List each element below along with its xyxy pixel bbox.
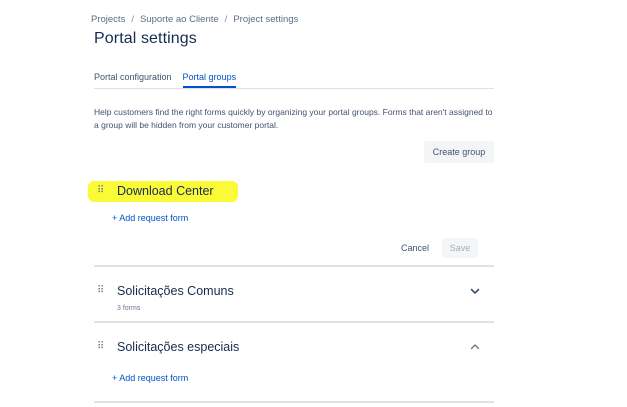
breadcrumb-project-settings[interactable]: Project settings bbox=[233, 14, 298, 25]
group-title-solicitacoes-especiais: Solicitações especiais bbox=[117, 340, 240, 354]
group-divider bbox=[94, 321, 494, 323]
breadcrumb-separator: / bbox=[131, 14, 134, 25]
drag-handle-icon[interactable]: ⠿ bbox=[97, 186, 104, 196]
tab-portal-configuration[interactable]: Portal configuration bbox=[94, 72, 172, 88]
save-button[interactable]: Save bbox=[442, 238, 478, 258]
forms-count: 3 forms bbox=[117, 305, 141, 312]
chevron-up-icon[interactable] bbox=[469, 341, 481, 353]
group-divider bbox=[94, 265, 494, 267]
group-title-download-center[interactable]: Download Center bbox=[117, 184, 214, 198]
breadcrumb: Projects / Suporte ao Cliente / Project sett… bbox=[91, 14, 298, 25]
chevron-down-icon[interactable] bbox=[469, 285, 481, 297]
create-group-button[interactable]: Create group bbox=[424, 141, 494, 163]
tabs-divider bbox=[94, 88, 494, 89]
group-divider bbox=[94, 401, 494, 403]
drag-handle-icon[interactable]: ⠿ bbox=[97, 286, 104, 296]
group-title-solicitacoes-comuns: Solicitações Comuns bbox=[117, 284, 234, 298]
cancel-button[interactable]: Cancel bbox=[394, 238, 436, 258]
breadcrumb-project[interactable]: Suporte ao Cliente bbox=[140, 14, 219, 25]
tab-bar: Portal configuration Portal groups bbox=[94, 72, 237, 88]
tab-portal-groups[interactable]: Portal groups bbox=[182, 72, 237, 88]
page-title: Portal settings bbox=[94, 30, 197, 47]
breadcrumb-projects[interactable]: Projects bbox=[91, 14, 125, 25]
help-text: Help customers find the right forms quic… bbox=[94, 107, 493, 130]
add-request-form-link[interactable]: + Add request form bbox=[112, 373, 188, 383]
add-request-form-link[interactable]: + Add request form bbox=[112, 213, 188, 223]
breadcrumb-separator: / bbox=[224, 14, 228, 25]
drag-handle-icon[interactable]: ⠿ bbox=[97, 342, 104, 352]
